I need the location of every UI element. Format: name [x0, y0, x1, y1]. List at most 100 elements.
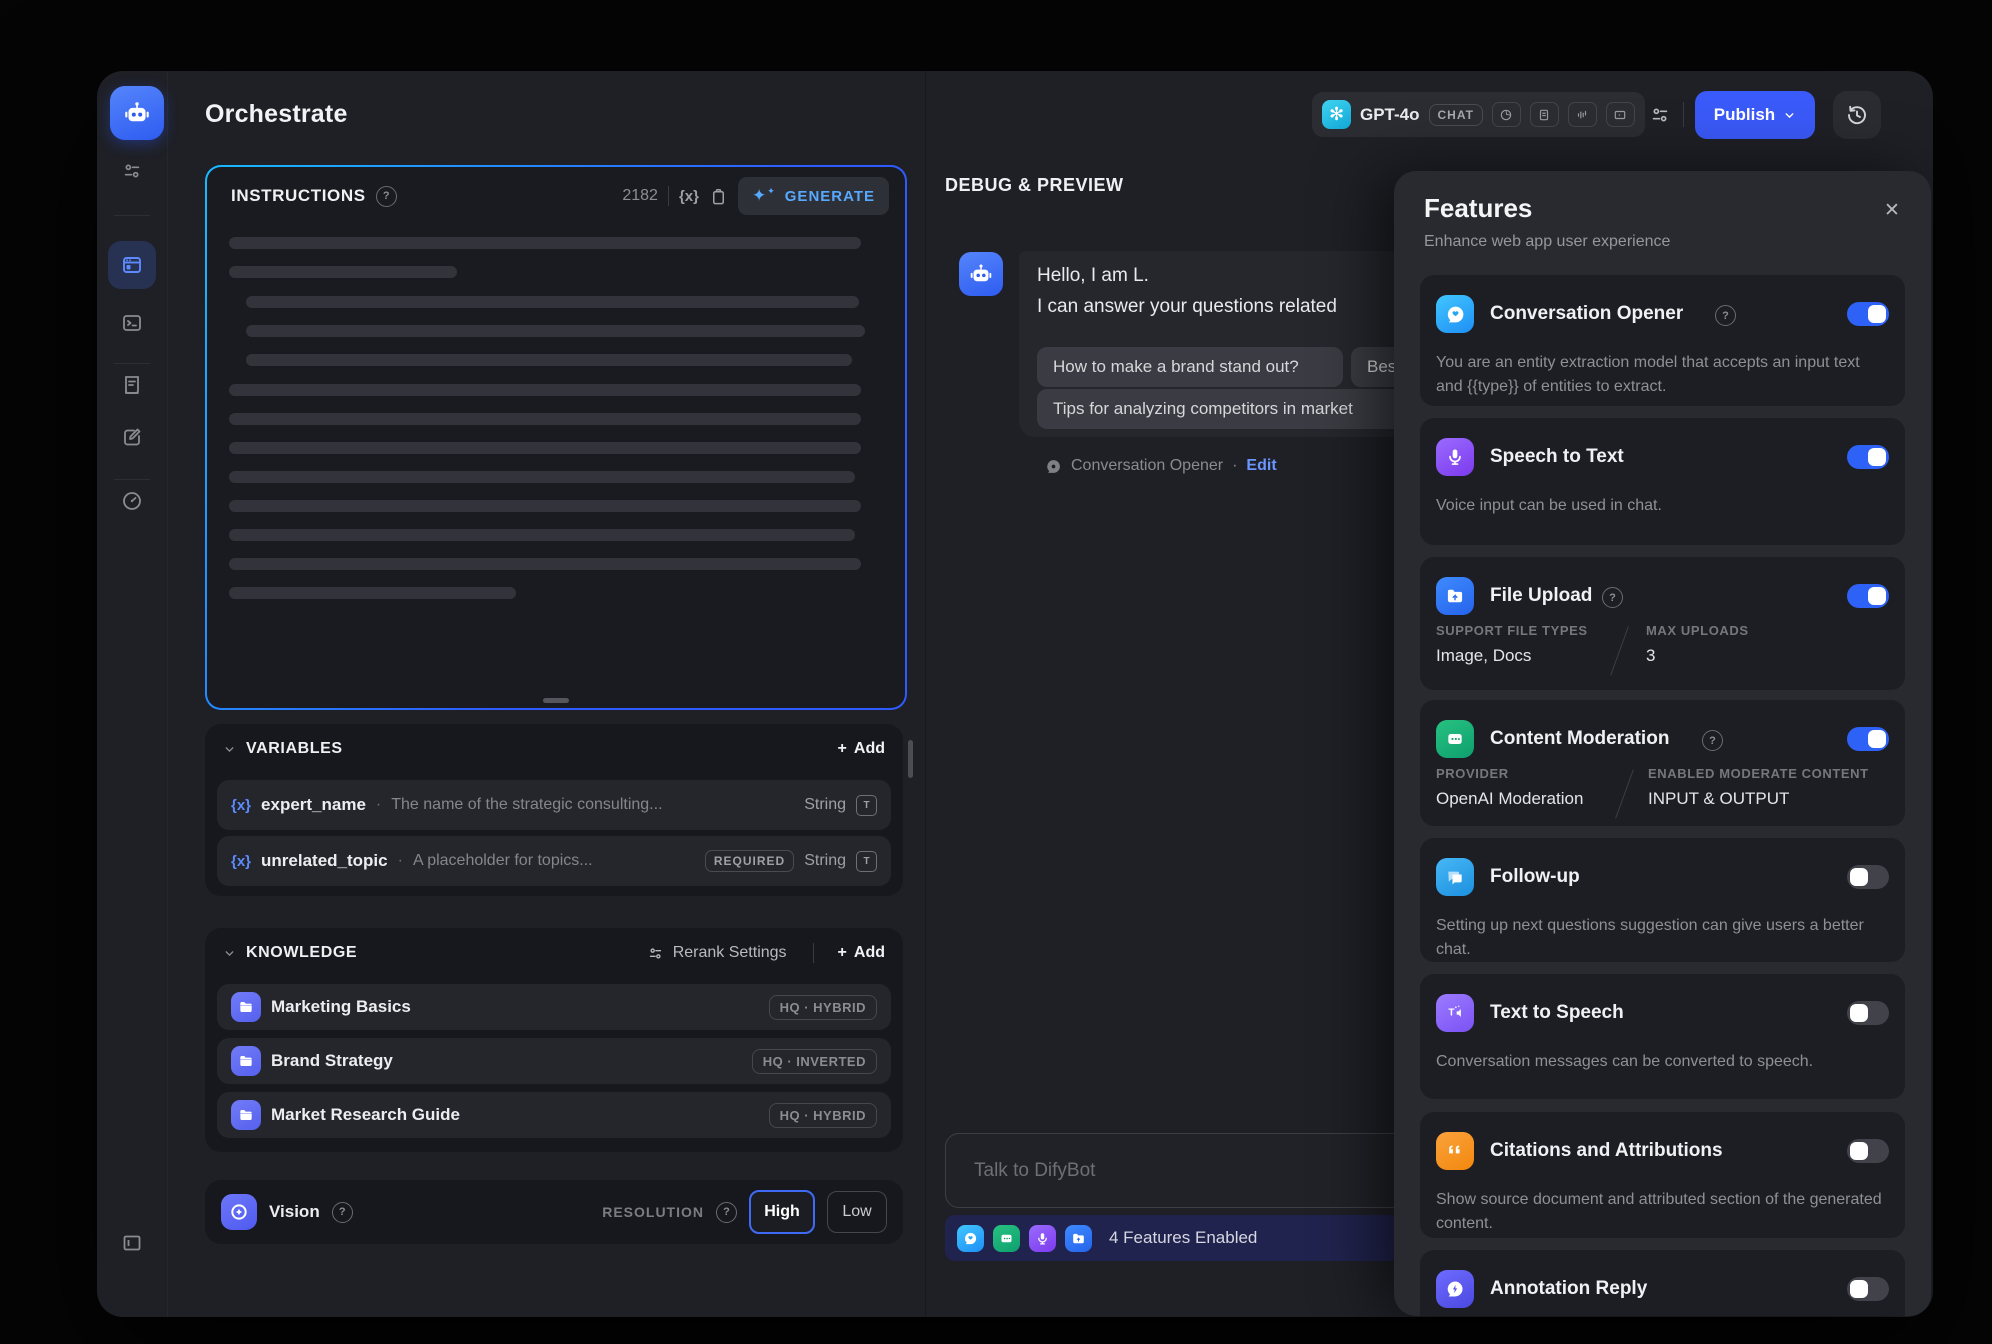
sidebar-item-logs-icon[interactable] [118, 371, 146, 399]
collapse-sidebar-icon[interactable] [118, 1229, 146, 1257]
divider [813, 943, 814, 963]
sidebar-item-annotations-icon[interactable] [118, 423, 146, 451]
divider [668, 186, 669, 206]
variable-row[interactable]: {x} unrelated_topic · A placeholder for … [217, 836, 891, 886]
sidebar-item-monitoring-icon[interactable] [118, 487, 146, 515]
variables-title: VARIABLES [246, 740, 343, 758]
variable-name: unrelated_topic [261, 851, 388, 871]
add-variable-button[interactable]: +Add [838, 740, 885, 758]
knowledge-row[interactable]: Market Research Guide HQ · HYBRID [217, 1092, 891, 1138]
chevron-down-icon [1783, 109, 1796, 122]
dataset-folder-icon [231, 1046, 261, 1076]
app-logo-robot-icon[interactable] [110, 86, 164, 140]
feature-desc: Voice input can be used in chat. [1436, 494, 1885, 518]
instructions-panel[interactable]: INSTRUCTIONS ? 2182 {x} ✦✦ GENERATE [205, 165, 907, 710]
model-parameters-icon[interactable] [1642, 97, 1678, 133]
sidebar-item-terminal-icon[interactable] [118, 309, 146, 337]
feature-title: Citations and Attributions [1490, 1140, 1723, 1162]
greeting-line: I can answer your questions related [1037, 296, 1337, 318]
content-moderation-icon [1436, 720, 1474, 758]
generate-button[interactable]: ✦✦ GENERATE [738, 177, 889, 215]
toggle-citations[interactable] [1847, 1139, 1889, 1163]
feature-card-follow-up: Follow-up Setting up next questions sugg… [1420, 838, 1905, 962]
screen: Orchestrate ✻ GPT-4o CHAT Publish INSTRU… [0, 0, 1992, 1344]
column-divider [925, 71, 926, 1317]
knowledge-name: Brand Strategy [271, 1051, 393, 1071]
edit-opener-link[interactable]: Edit [1246, 457, 1276, 475]
header-divider [1683, 102, 1684, 127]
follow-up-icon [1436, 858, 1474, 896]
generate-label: GENERATE [785, 188, 875, 205]
conversation-opener-mini-icon [957, 1225, 984, 1252]
resize-handle[interactable] [543, 698, 569, 703]
toggle-text-to-speech[interactable] [1847, 1001, 1889, 1025]
toggle-file-upload[interactable] [1847, 584, 1889, 608]
copy-icon[interactable] [709, 187, 728, 206]
skeleton-line [229, 500, 861, 512]
close-icon[interactable]: ✕ [1879, 197, 1905, 223]
knowledge-row[interactable]: Brand Strategy HQ · INVERTED [217, 1038, 891, 1084]
sidebar-divider [114, 479, 150, 480]
rerank-settings-button[interactable]: Rerank Settings [647, 944, 787, 962]
suggested-question-chip[interactable]: How to make a brand stand out? [1037, 347, 1343, 387]
char-count: 2182 [622, 187, 658, 205]
sidebar-item-orchestrate[interactable] [108, 241, 156, 289]
skeleton-line [246, 296, 859, 308]
toggle-annotation-reply[interactable] [1847, 1277, 1889, 1301]
help-icon[interactable]: ? [1715, 305, 1736, 326]
variable-name: expert_name [261, 795, 366, 815]
model-selector[interactable]: ✻ GPT-4o CHAT [1312, 92, 1645, 137]
field-divider [1610, 626, 1629, 675]
speech-to-text-icon [1436, 438, 1474, 476]
feature-card-content-moderation: Content Moderation ? PROVIDER OpenAI Mod… [1420, 700, 1905, 826]
knowledge-name: Market Research Guide [271, 1105, 460, 1125]
publish-button[interactable]: Publish [1695, 91, 1815, 139]
variable-icon: {x} [231, 797, 251, 814]
skeleton-line [246, 354, 852, 366]
openai-logo-icon: ✻ [1322, 100, 1351, 129]
resolution-low-button[interactable]: Low [827, 1191, 887, 1233]
help-icon[interactable]: ? [376, 186, 397, 207]
feature-desc: Setting up next questions suggestion can… [1436, 914, 1885, 962]
toggle-content-moderation[interactable] [1847, 727, 1889, 751]
knowledge-row[interactable]: Marketing Basics HQ · HYBRID [217, 984, 891, 1030]
app-settings-icon[interactable] [118, 157, 146, 185]
version-history-button[interactable] [1833, 91, 1881, 139]
knowledge-badge: HQ · INVERTED [752, 1049, 877, 1074]
help-icon[interactable]: ? [716, 1202, 737, 1223]
help-icon[interactable]: ? [1602, 587, 1623, 608]
video-capability-icon [1606, 102, 1635, 127]
file-upload-mini-icon [1065, 1225, 1092, 1252]
help-icon[interactable]: ? [332, 1202, 353, 1223]
add-knowledge-button[interactable]: +Add [838, 944, 885, 962]
chevron-down-icon[interactable] [223, 743, 236, 756]
resolution-high-button[interactable]: High [749, 1190, 815, 1234]
variable-row[interactable]: {x} expert_name · The name of the strate… [217, 780, 891, 830]
feature-title: Follow-up [1490, 866, 1580, 888]
vision-icon [221, 1194, 257, 1230]
scrollbar-thumb[interactable] [908, 740, 913, 778]
citations-icon [1436, 1132, 1474, 1170]
toggle-follow-up[interactable] [1847, 865, 1889, 889]
knowledge-name: Marketing Basics [271, 997, 411, 1017]
help-icon[interactable]: ? [1702, 730, 1723, 751]
toggle-conversation-opener[interactable] [1847, 302, 1889, 326]
feature-title: Text to Speech [1490, 1002, 1624, 1024]
chevron-down-icon[interactable] [223, 947, 236, 960]
bot-avatar [959, 252, 1003, 296]
variables-insert-icon[interactable]: {x} [679, 188, 699, 205]
field-provider: PROVIDER OpenAI Moderation [1436, 766, 1583, 809]
conversation-opener-icon [1436, 295, 1474, 333]
opener-label: Conversation Opener [1071, 457, 1223, 475]
variable-type: String [804, 796, 846, 814]
feature-title: Content Moderation [1490, 728, 1669, 750]
toggle-speech-to-text[interactable] [1847, 445, 1889, 469]
history-icon [1845, 103, 1869, 127]
feature-card-text-to-speech: T Text to Speech Conversation messages c… [1420, 974, 1905, 1099]
knowledge-badge: HQ · HYBRID [769, 1103, 877, 1128]
conversation-opener-icon [1045, 458, 1062, 475]
model-mode-badge: CHAT [1429, 104, 1483, 126]
field-divider [1615, 769, 1634, 818]
debug-preview-title: DEBUG & PREVIEW [945, 175, 1124, 196]
field-moderate-content: ENABLED MODERATE CONTENT INPUT & OUTPUT [1648, 766, 1869, 809]
